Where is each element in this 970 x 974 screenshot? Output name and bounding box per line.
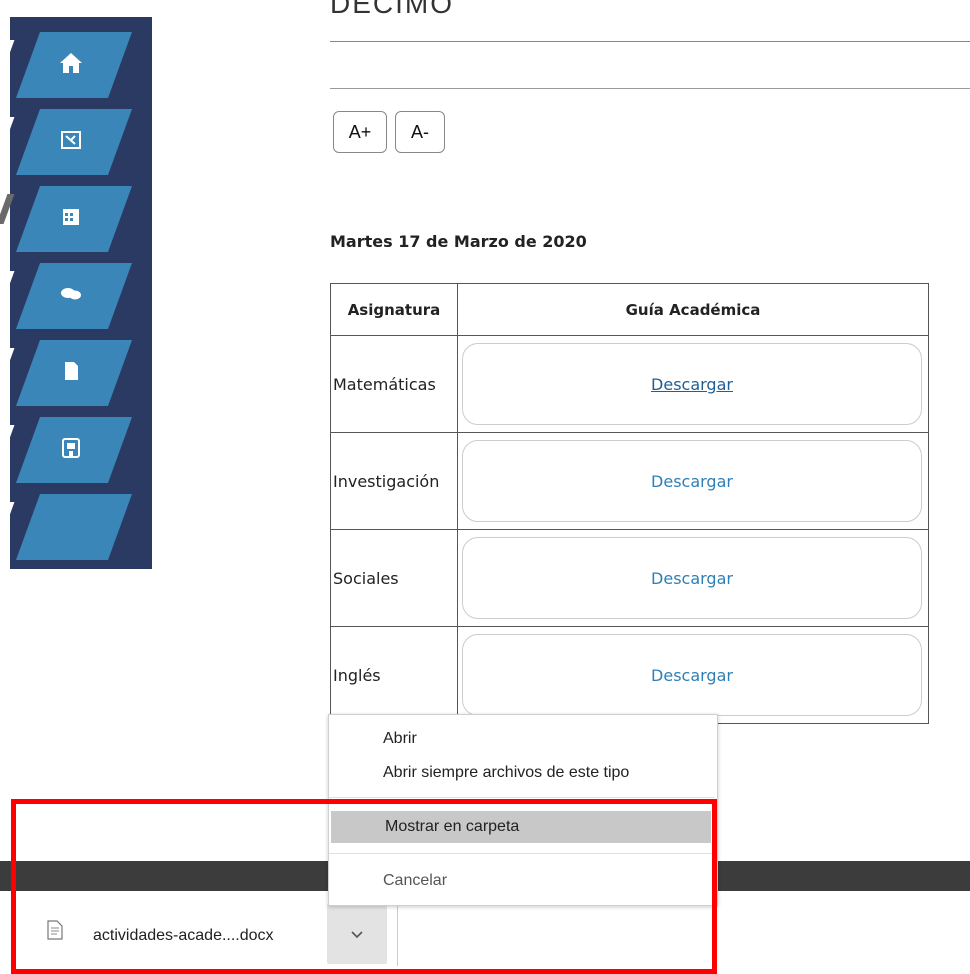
table-row: Investigación Descargar — [330, 432, 929, 530]
nav-book[interactable] — [15, 109, 133, 175]
menu-item-always-open[interactable]: Abrir siempre archivos de este tipo — [329, 757, 711, 789]
nav-building[interactable] — [15, 417, 133, 483]
divider — [330, 41, 970, 42]
sidebar — [10, 17, 152, 569]
download-link[interactable]: Descargar — [651, 569, 733, 588]
document-icon — [56, 358, 86, 388]
guide-cell: Descargar — [457, 626, 929, 724]
download-button[interactable]: Descargar — [462, 343, 922, 425]
column-header-subject: Asignatura — [330, 283, 458, 336]
font-decrease-button[interactable]: A- — [395, 111, 445, 153]
column-header-guide: Guía Académica — [457, 283, 929, 336]
download-link[interactable]: Descargar — [651, 666, 733, 685]
divider — [330, 88, 970, 89]
nav-document[interactable] — [15, 340, 133, 406]
nav-home[interactable] — [15, 32, 133, 98]
book-icon — [56, 127, 86, 157]
table-row: Sociales Descargar — [330, 529, 929, 627]
building-icon — [56, 435, 86, 465]
date-title: Martes 17 de Marzo de 2020 — [330, 232, 587, 251]
subject-cell: Matemáticas — [330, 335, 458, 433]
highlight-frame — [11, 799, 717, 974]
guide-cell: Descargar — [457, 335, 929, 433]
download-button[interactable]: Descargar — [462, 634, 922, 716]
subject-cell: Sociales — [330, 529, 458, 627]
menu-item-open[interactable]: Abrir — [329, 723, 711, 755]
download-button[interactable]: Descargar — [462, 440, 922, 522]
page-heading: DECIMO — [330, 0, 454, 19]
home-icon — [56, 50, 86, 80]
nav-chat[interactable] — [15, 263, 133, 329]
schedule-table: Asignatura Guía Académica Matemáticas De… — [330, 283, 929, 724]
nav-empty[interactable] — [15, 494, 133, 560]
table-row: Inglés Descargar — [330, 626, 929, 724]
guide-cell: Descargar — [457, 529, 929, 627]
menu-separator — [329, 797, 715, 798]
font-increase-button[interactable]: A+ — [333, 111, 387, 153]
subject-cell: Investigación — [330, 432, 458, 530]
download-button[interactable]: Descargar — [462, 537, 922, 619]
chat-bubbles-icon — [56, 281, 86, 311]
download-link[interactable]: Descargar — [651, 472, 733, 491]
download-link[interactable]: Descargar — [651, 375, 733, 394]
table-header-row: Asignatura Guía Académica — [330, 283, 929, 336]
guide-cell: Descargar — [457, 432, 929, 530]
table-row: Matemáticas Descargar — [330, 335, 929, 433]
subject-cell: Inglés — [330, 626, 458, 724]
calendar-grid-icon — [56, 204, 86, 234]
nav-calendar[interactable] — [15, 186, 133, 252]
